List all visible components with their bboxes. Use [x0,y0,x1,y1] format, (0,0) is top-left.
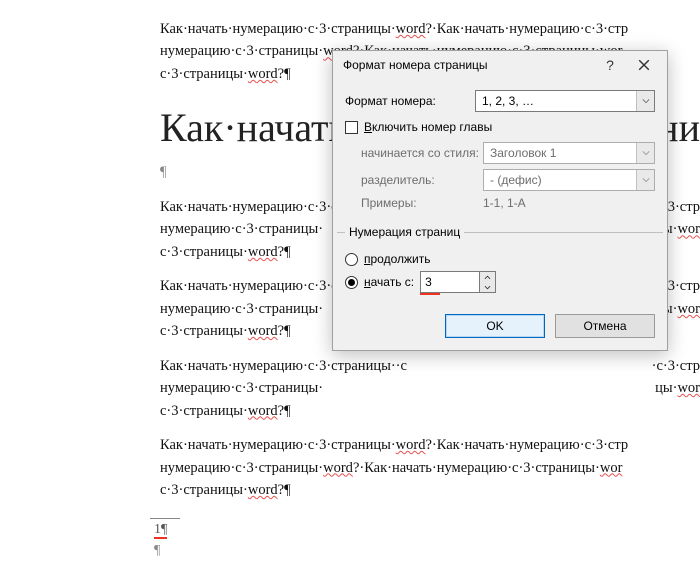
separator-label: разделитель: [361,173,435,187]
chevron-down-icon [484,285,491,290]
text-run: Как·начать·нумерацию·с·3·страницы· [160,437,396,453]
start-at-radio[interactable]: начать с: [345,271,655,293]
dialog-title: Формат номера страницы [343,58,593,72]
pilcrow: ¶ [154,543,160,558]
spellcheck-word: wor [677,301,700,317]
radio-icon [345,253,358,266]
text-run: с·3·страницы· [160,403,248,419]
text-run: нумерацию·с·3·страницы· [160,221,323,237]
combo-value: Заголовок 1 [490,146,556,160]
text-run: с·3·страницы· [160,66,248,82]
separator-combo: - (дефис) [483,169,655,191]
group-title: Нумерация страниц [345,225,464,239]
annotation-underline [420,293,440,295]
spin-up-button[interactable] [480,272,495,282]
spellcheck-word: word [248,403,278,419]
text-run: ?¶ [278,66,291,82]
combo-value: - (дефис) [490,173,542,187]
text-run: цы· [655,380,677,396]
close-button[interactable] [627,53,661,77]
radio-icon [345,276,358,289]
text-run: с·3·страницы· [160,323,248,339]
spellcheck-word: word [248,482,278,498]
spellcheck-word: word [248,244,278,260]
spin-down-button[interactable] [480,282,495,292]
text-run: Как·начать·нумерацию·с·3·страницы· [160,358,396,374]
mnemonic: н [364,275,371,289]
footnote-separator: 1¶ ¶ [150,518,180,562]
spellcheck-word: word [248,323,278,339]
help-button[interactable]: ? [593,53,627,77]
chevron-down-icon [636,170,654,190]
checkbox-icon [345,121,358,134]
start-style-label: начинается со стиля: [361,146,479,160]
text-run: нумерацию·с·3·страницы· [160,43,323,59]
text-run: ?¶ [278,403,291,419]
mnemonic: В [364,120,372,134]
format-label: Формат номера: [345,94,436,108]
text-run: ?·Как·начать·нумерацию·с·3·стр [425,21,628,37]
page-number-format-dialog: Формат номера страницы ? Формат номера: … [332,50,668,351]
dialog-titlebar: Формат номера страницы ? [333,51,667,79]
text-run: нумерацию·с·3·страницы· [160,301,323,317]
spellcheck-word: word [396,437,426,453]
radio-label: ачать с: [371,275,415,289]
text-run: ?·Как·начать·нумерацию·с·3·стр [425,437,628,453]
chevron-down-icon [636,91,654,111]
paragraph: Как·начать·нумерацию·с·3·страницы··с ·с·… [160,355,700,422]
text-run: ?¶ [278,323,291,339]
footnote-number: 1¶ [154,522,167,539]
spellcheck-word: word [396,21,426,37]
examples-value: 1-1, 1-A [483,196,526,210]
text-run: ?¶ [278,482,291,498]
text-run: нумерацию·с·3·страницы· [160,460,323,476]
examples-label: Примеры: [361,196,417,210]
heading-text: Как·начать· [160,105,360,150]
text-run: ?¶ [278,244,291,260]
text-run: Как·начать·нумерацию·с·3·страницы· [160,21,396,37]
text-run: нумерацию·с·3·страницы· [160,380,323,396]
radio-label: родолжить [371,252,431,266]
cancel-button[interactable]: Отмена [555,314,655,338]
close-icon [638,59,650,71]
page-numbering-group: Нумерация страниц продолжить начать с: [337,225,663,302]
spellcheck-word: wor [677,380,700,396]
checkbox-label: ключить номер главы [372,120,492,134]
number-format-combo[interactable]: 1, 2, 3, … [475,90,655,112]
spellcheck-word: wor [600,460,623,476]
text-run: с·3·страницы· [160,244,248,260]
chevron-up-icon [484,275,491,280]
combo-value: 1, 2, 3, … [482,94,534,108]
spellcheck-word: word [248,66,278,82]
paragraph: Как·начать·нумерацию·с·3·страницы·word?·… [160,434,700,501]
include-chapter-checkbox[interactable]: Включить номер главы [345,120,655,134]
chapter-style-combo: Заголовок 1 [483,142,655,164]
text-run: с·3·страницы· [160,482,248,498]
spellcheck-word: word [323,460,353,476]
text-run: ?·Как·начать·нумерацию·с·3·страницы· [353,460,600,476]
spellcheck-word: wor [677,221,700,237]
start-at-input[interactable] [420,271,480,293]
chevron-down-icon [636,143,654,163]
continue-radio[interactable]: продолжить [345,252,655,266]
ok-button[interactable]: OK [445,314,545,338]
text-run: ·с·3·стр [652,358,700,374]
